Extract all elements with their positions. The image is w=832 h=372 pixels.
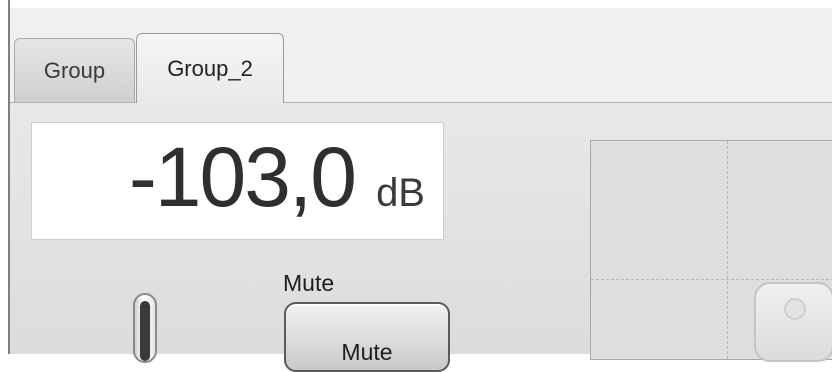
speaker-icon[interactable]: [754, 282, 832, 362]
fader-icon: [140, 301, 150, 361]
level-display: -103,0 dB: [31, 122, 444, 240]
level-unit: dB: [376, 171, 425, 215]
tab-group-2[interactable]: Group_2: [136, 33, 284, 103]
grid-line-horizontal: [591, 279, 832, 280]
window-left-edge: [0, 0, 10, 354]
mute-label: Mute: [283, 270, 335, 296]
app-window: Group Group_2 -103,0 dB Mute Mute: [0, 0, 832, 372]
mute-button-label: Mute: [341, 339, 393, 365]
speaker-tweeter-icon: [784, 298, 806, 320]
grid-line-vertical: [727, 141, 728, 359]
tab-group-2-label: Group_2: [167, 55, 253, 81]
tab-group-label: Group: [43, 57, 106, 83]
volume-fader[interactable]: [133, 293, 157, 363]
tab-bar: Group Group_2: [14, 31, 284, 103]
level-value: -103,0: [128, 130, 357, 224]
mute-button[interactable]: Mute: [284, 302, 450, 372]
tab-group[interactable]: Group: [14, 38, 135, 102]
